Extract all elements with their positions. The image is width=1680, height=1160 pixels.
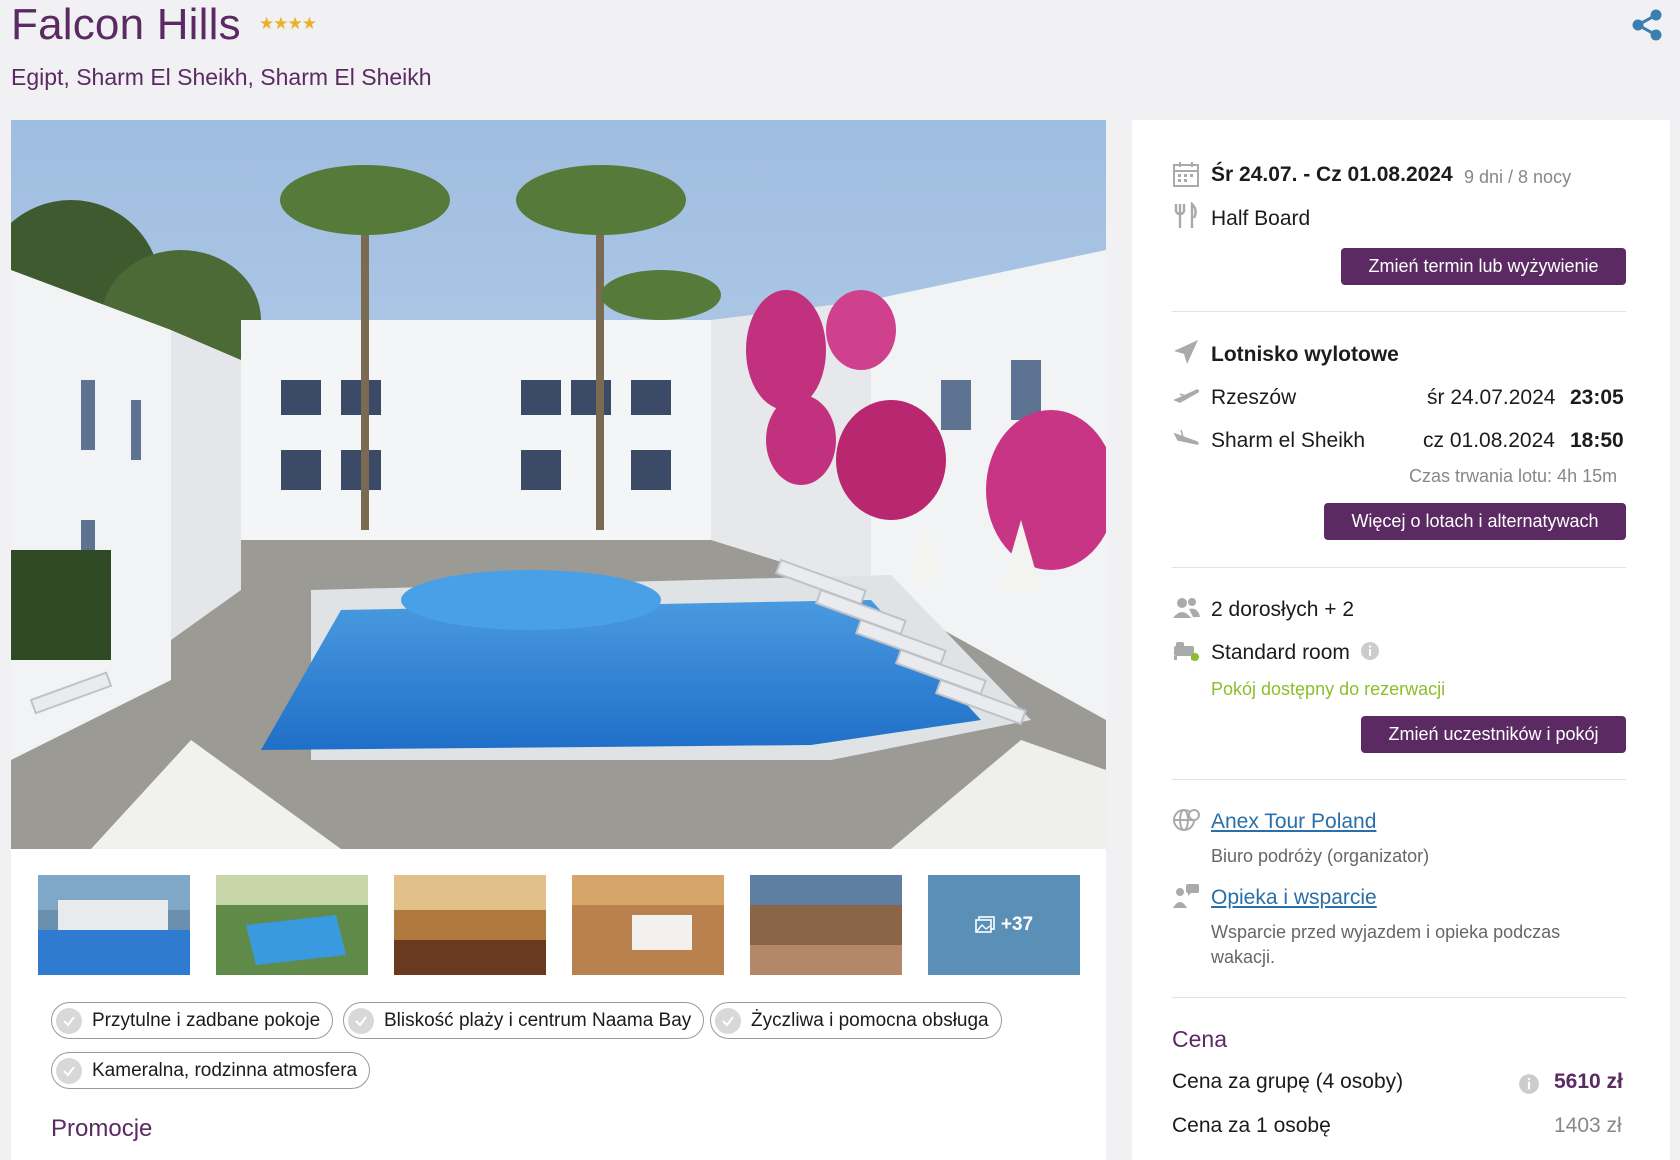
change-date-button[interactable]: Zmień termin lub wyżywienie bbox=[1341, 248, 1626, 285]
flight-back-date: cz 01.08.2024 bbox=[1423, 429, 1555, 452]
gallery-icon bbox=[975, 916, 995, 933]
feature-badge: Kameralna, rodzinna atmosfera bbox=[51, 1052, 371, 1089]
more-photos-button[interactable]: +37 bbox=[928, 875, 1080, 975]
plane-icon bbox=[1174, 340, 1198, 364]
cutlery-icon bbox=[1174, 202, 1197, 228]
departure-airport-label: Lotnisko wylotowe bbox=[1211, 343, 1399, 366]
users-icon bbox=[1173, 598, 1200, 618]
bed-icon bbox=[1174, 642, 1199, 661]
support-description-line2: wakacji. bbox=[1211, 947, 1276, 967]
per-person-price-label: Cena za 1 osobę bbox=[1172, 1114, 1331, 1137]
divider bbox=[1172, 567, 1626, 568]
participants: 2 dorosłych + 2 bbox=[1211, 598, 1355, 621]
trip-duration: 9 dni / 8 nocy bbox=[1464, 167, 1572, 187]
check-icon bbox=[56, 1007, 82, 1034]
organizer-link[interactable]: Anex Tour Poland bbox=[1211, 810, 1376, 834]
group-price: 5610 zł bbox=[1554, 1070, 1623, 1093]
flight-out-time: 23:05 bbox=[1570, 386, 1624, 409]
gallery-card: +37 Przytulne i zadbane pokoje Bliskość … bbox=[11, 120, 1106, 1160]
hotel-title: Falcon Hills bbox=[11, 0, 241, 49]
check-icon bbox=[56, 1057, 82, 1084]
landing-icon bbox=[1173, 429, 1199, 445]
booking-summary-card: Śr 24.07. - Cz 01.08.2024 9 dni / 8 nocy… bbox=[1132, 120, 1670, 1160]
info-icon[interactable] bbox=[1360, 641, 1380, 661]
check-icon bbox=[715, 1007, 741, 1034]
room-type: Standard room bbox=[1211, 641, 1350, 664]
flights-info-button[interactable]: Więcej o lotach i alternatywach bbox=[1324, 503, 1626, 540]
more-photos-count: +37 bbox=[1000, 914, 1034, 935]
support-description-line1: Wsparcie przed wyjazdem i opieka podczas bbox=[1211, 922, 1561, 942]
thumbnail-photo[interactable] bbox=[394, 875, 546, 975]
room-availability: Pokój dostępny do rezerwacji bbox=[1211, 679, 1446, 699]
change-room-button[interactable]: Zmień uczestników i pokój bbox=[1361, 716, 1626, 753]
flight-duration: Czas trwania lotu: 4h 15m bbox=[1409, 466, 1618, 486]
takeoff-icon bbox=[1173, 389, 1200, 403]
check-icon bbox=[348, 1007, 374, 1034]
globe-icon bbox=[1173, 809, 1200, 831]
trip-dates: Śr 24.07. - Cz 01.08.2024 bbox=[1211, 163, 1453, 186]
price-heading: Cena bbox=[1172, 1026, 1227, 1052]
divider bbox=[1172, 779, 1626, 780]
main-hotel-photo[interactable] bbox=[11, 120, 1106, 849]
support-icon bbox=[1173, 884, 1199, 908]
star-rating: ★★★★ bbox=[259, 14, 317, 33]
promotions-heading: Promocje bbox=[51, 1115, 153, 1142]
flight-back-time: 18:50 bbox=[1570, 429, 1624, 452]
flight-back-city: Sharm el Sheikh bbox=[1211, 429, 1366, 452]
thumbnail-photo[interactable] bbox=[750, 875, 902, 975]
divider bbox=[1172, 997, 1626, 998]
thumbnail-strip: +37 bbox=[38, 875, 1088, 977]
thumbnail-photo[interactable] bbox=[38, 875, 190, 975]
thumbnail-photo[interactable] bbox=[572, 875, 724, 975]
support-link[interactable]: Opieka i wsparcie bbox=[1211, 886, 1377, 910]
share-icon[interactable] bbox=[1630, 8, 1664, 42]
group-price-label: Cena za grupę (4 osoby) bbox=[1172, 1070, 1404, 1093]
calendar-icon bbox=[1173, 162, 1199, 187]
flight-out-date: śr 24.07.2024 bbox=[1427, 386, 1556, 409]
feature-badge: Życzliwa i pomocna obsługa bbox=[710, 1002, 1002, 1039]
feature-badge: Przytulne i zadbane pokoje bbox=[51, 1002, 334, 1039]
hotel-header: Falcon Hills ★★★★ Egipt, Sharm El Sheikh… bbox=[0, 0, 1680, 110]
thumbnail-photo[interactable] bbox=[216, 875, 368, 975]
feature-badge: Bliskość plaży i centrum Naama Bay bbox=[343, 1002, 705, 1039]
divider bbox=[1172, 311, 1626, 312]
organizer-description: Biuro podróży (organizator) bbox=[1211, 846, 1430, 866]
per-person-price: 1403 zł bbox=[1554, 1114, 1622, 1137]
price-info-icon[interactable] bbox=[1518, 1073, 1540, 1095]
flight-out-city: Rzeszów bbox=[1211, 386, 1297, 409]
board-type: Half Board bbox=[1211, 207, 1311, 230]
hotel-location: Egipt, Sharm El Sheikh, Sharm El Sheikh bbox=[11, 64, 432, 90]
